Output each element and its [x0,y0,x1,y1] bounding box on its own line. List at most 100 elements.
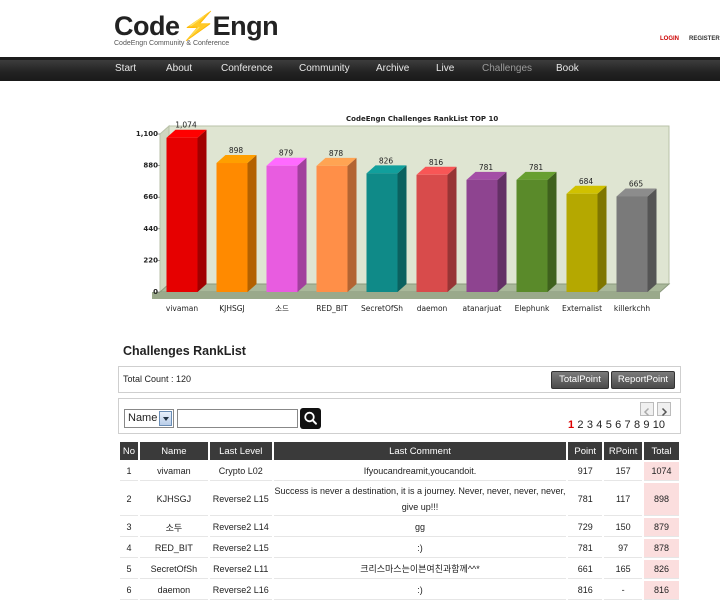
cell-rpoint: 165 [604,560,643,579]
total-point-button[interactable]: TotalPoint [551,371,609,389]
x-tick-label: killerkchh [614,304,651,313]
x-tick-label: vivaman [166,304,198,313]
page-link[interactable]: 2 [577,419,583,431]
cell-last-comment: 크리스마스는이븐여친과함께^^* [273,560,567,579]
nav-community[interactable]: Community [299,63,350,74]
page-link[interactable]: 4 [596,419,602,431]
col-last-level[interactable]: Last Level [209,442,272,460]
y-tick-label: 660 [143,193,158,201]
data-label: 781 [479,163,494,172]
table-row[interactable]: 5 SecretOfSh Reverse2 L11 크리스마스는이븐여친과함께^^* 6… [120,560,679,579]
cell-last-level: Reverse2 L16 [209,581,272,600]
cell-point: 729 [568,518,603,537]
cell-no: 3 [120,518,138,537]
login-link[interactable]: LOGIN [660,36,679,42]
cell-name[interactable]: 소두 [139,518,208,537]
bar-side [597,185,607,292]
search-bar: Name 1 2 3 4 5 6 7 8 9 10 [118,398,681,434]
cell-last-level: Reverse2 L15 [209,539,272,558]
nav-live[interactable]: Live [436,63,454,74]
prev-page-button[interactable] [640,402,654,417]
bar-side [397,165,407,292]
section-title: Challenges RankList [123,344,246,358]
cell-last-level: Reverse2 L15 [209,483,272,516]
x-tick-label: 소드 [275,304,289,313]
data-label: 898 [229,146,244,155]
cell-rpoint: 157 [604,462,643,481]
col-rpoint[interactable]: RPoint [604,442,643,460]
bar [366,173,398,292]
report-point-button[interactable]: ReportPoint [611,371,675,389]
bar-side [247,155,257,292]
cell-name[interactable]: RED_BIT [139,539,208,558]
cell-total: 816 [644,581,679,600]
page-link[interactable]: 6 [615,419,621,431]
data-label: 879 [279,149,294,158]
cell-name[interactable]: vivaman [139,462,208,481]
col-last-comment[interactable]: Last Comment [273,442,567,460]
nav-conference[interactable]: Conference [221,63,273,74]
x-tick-label: atanarjuat [463,304,502,313]
bar [616,196,648,292]
register-link[interactable]: REGISTER [689,36,720,42]
select-value: Name [128,412,158,424]
rank-bar-chart: 0 220 440 660 880 1,100 1,074 vivaman 898 KJHSGJ 8… [136,121,671,313]
page-link[interactable]: 3 [587,419,593,431]
bar [166,137,198,292]
next-page-button[interactable] [657,402,671,417]
cell-point: 661 [568,560,603,579]
col-name[interactable]: Name [139,442,208,460]
chevron-down-icon[interactable] [159,411,172,426]
table-header-row: No Name Last Level Last Comment Point RP… [120,442,679,460]
cell-name[interactable]: KJHSGJ [139,483,208,516]
nav-book[interactable]: Book [556,63,579,74]
cell-last-comment: Ifyoucandreamit,youcandoit. [273,462,567,481]
data-label: 816 [429,158,444,167]
table-row[interactable]: 6 daemon Reverse2 L16:) 816-816 [120,581,679,600]
table-row[interactable]: 3 소두 Reverse2 L14 gg 729 150 879 [120,518,679,537]
search-icon [304,411,317,425]
col-no[interactable]: No [120,442,138,460]
cell-point: 781 [568,483,603,516]
table-row[interactable]: 1 vivaman Crypto L02 Ifyoucandreamit,youcan… [120,462,679,481]
count-bar: Total Count : 120 TotalPoint ReportPoint [118,366,681,393]
data-label: 1,074 [175,121,197,130]
nav-archive[interactable]: Archive [376,63,409,74]
search-field-select[interactable]: Name [124,409,174,428]
chart-floor-edge [152,292,660,299]
cell-name[interactable]: SecretOfSh [139,560,208,579]
table-row[interactable]: 4 RED_BIT Reverse2 L15:) 781 97 878 [120,539,679,558]
nav-about[interactable]: About [166,63,192,74]
nav-start[interactable]: Start [115,63,136,74]
table-row[interactable]: 2 KJHSGJ Reverse2 L15 Success is never a de… [120,483,679,516]
page-link[interactable]: 9 [643,419,649,431]
data-label: 781 [529,163,544,172]
search-input[interactable] [177,409,298,428]
col-point[interactable]: Point [568,442,603,460]
cell-last-level: Crypto L02 [209,462,272,481]
cell-last-level: Reverse2 L11 [209,560,272,579]
page-link[interactable]: 5 [606,419,612,431]
x-tick-label: SecretOfSh [361,304,403,313]
page-link[interactable]: 7 [625,419,631,431]
page-link[interactable]: 1 [568,419,574,431]
bar-side [647,188,657,292]
bar [466,179,498,292]
bar-side [547,171,557,292]
site-logo[interactable]: Code⚡Engn CodeEngn Community & Conferenc… [114,11,279,47]
cell-no: 6 [120,581,138,600]
page-link[interactable]: 10 [653,419,665,431]
cell-no: 5 [120,560,138,579]
cell-rpoint: 150 [604,518,643,537]
bar-side [197,129,207,292]
page-link[interactable]: 8 [634,419,640,431]
nav-challenges[interactable]: Challenges [482,63,532,74]
cell-point: 781 [568,539,603,558]
search-button[interactable] [300,408,321,429]
col-total[interactable]: Total [644,442,679,460]
bar [416,174,448,292]
data-label: 684 [579,177,594,186]
bar [316,165,348,292]
logo-text: Code⚡Engn [114,11,279,41]
cell-name[interactable]: daemon [139,581,208,600]
